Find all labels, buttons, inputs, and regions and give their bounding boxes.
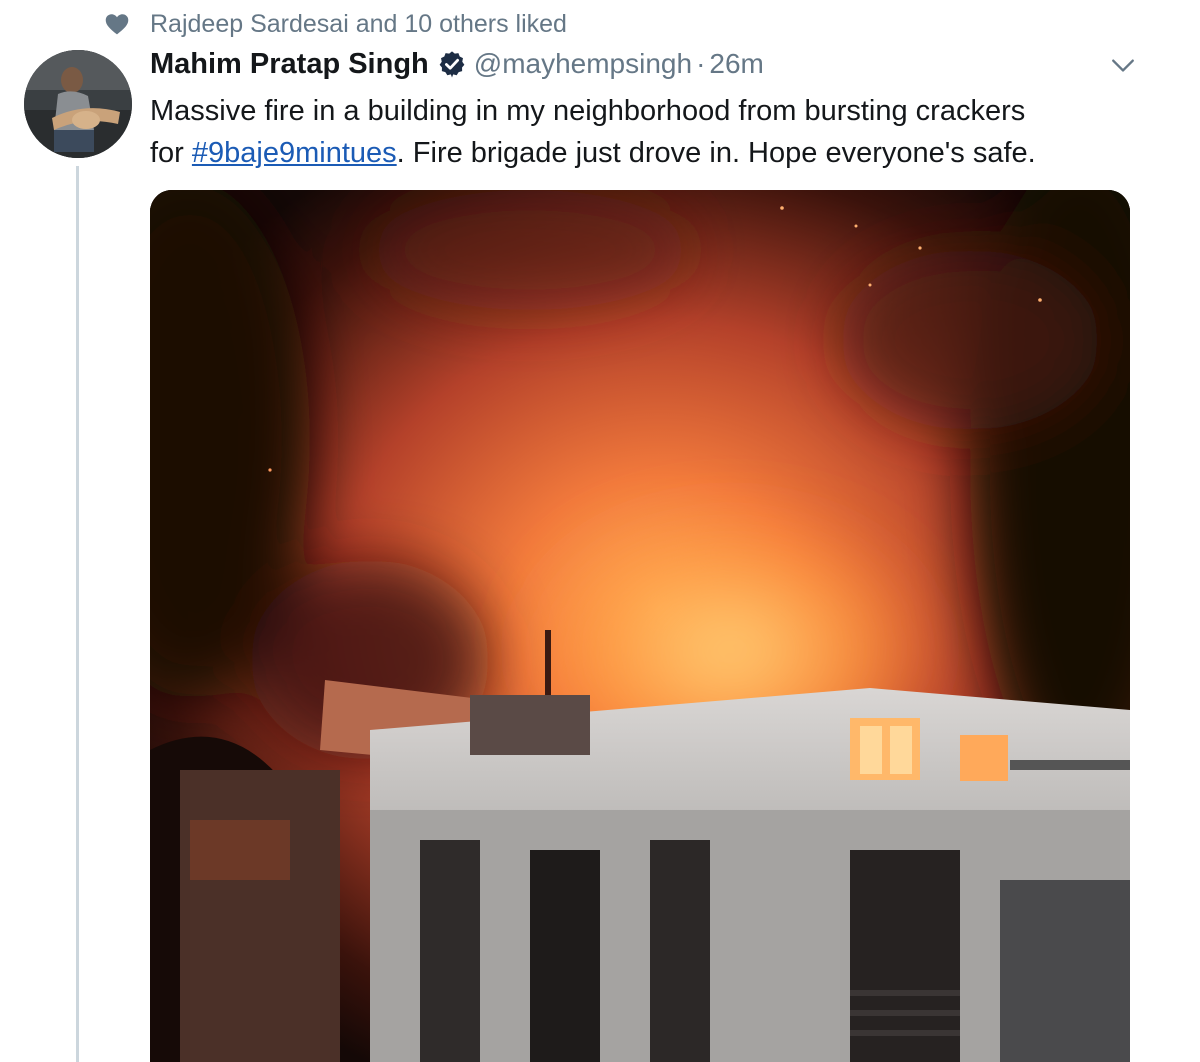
tweet-header: Mahim Pratap Singh @mayhempsingh · 26m (150, 44, 764, 84)
hashtag-link[interactable]: #9baje9mintues (192, 137, 397, 169)
chevron-down-icon[interactable] (1110, 52, 1136, 78)
separator-dot: · (696, 48, 706, 79)
tweet-text-prefix: for (150, 137, 192, 169)
fire-photo (150, 190, 1130, 1062)
avatar[interactable] (24, 50, 132, 158)
thread-line (76, 166, 79, 1062)
tweet-text-line1: Massive fire in a building in my neighbo… (150, 95, 1026, 127)
tweet-text: Massive fire in a building in my neighbo… (150, 90, 1160, 174)
author-name[interactable]: Mahim Pratap Singh (150, 48, 429, 81)
avatar-image (24, 50, 132, 158)
tweet[interactable]: Rajdeep Sardesai and 10 others liked Mah… (0, 0, 1200, 1062)
social-context-text: Rajdeep Sardesai and 10 others liked (150, 9, 567, 38)
tweet-text-line2: for #9baje9mintues. Fire brigade just dr… (150, 132, 1160, 174)
verified-badge-icon (439, 51, 465, 78)
heart-icon (105, 14, 129, 35)
tweet-text-suffix: . Fire brigade just drove in. Hope every… (396, 137, 1036, 169)
tweet-media[interactable] (150, 190, 1130, 1062)
social-context: Rajdeep Sardesai and 10 others liked (104, 6, 567, 42)
author-handle[interactable]: @mayhempsingh (474, 48, 692, 80)
timestamp[interactable]: 26m (709, 48, 763, 80)
